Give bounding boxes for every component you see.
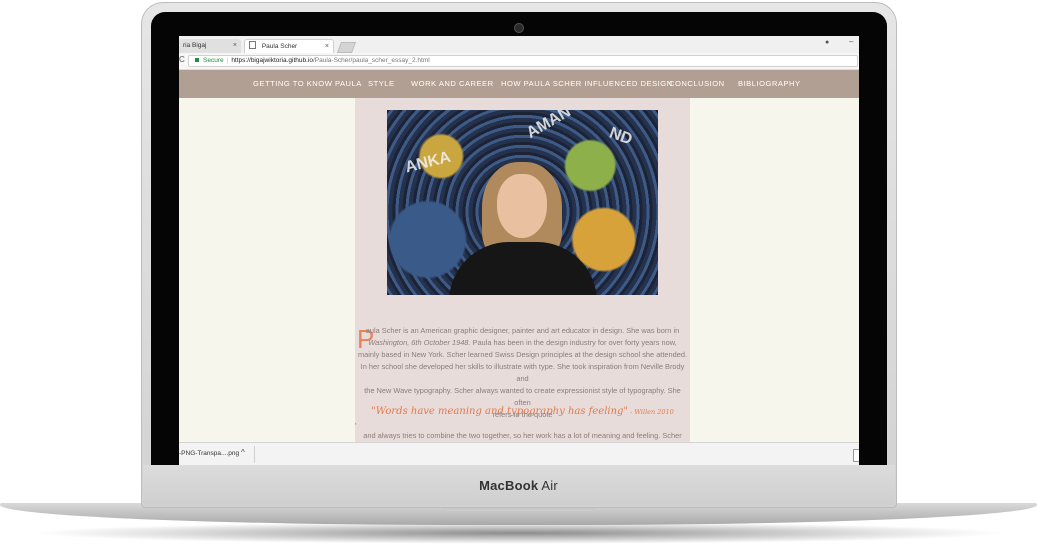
document-icon xyxy=(249,41,256,49)
site-nav: GETTING TO KNOW PAULA STYLE WORK AND CAR… xyxy=(179,70,859,98)
url-host: https://bigajwiktoria.github.io xyxy=(231,57,313,64)
nav-style[interactable]: STYLE xyxy=(368,79,395,88)
url-field[interactable]: Secure | https://bigajwiktoria.github.io/P… xyxy=(188,55,858,67)
account-icon[interactable]: ● xyxy=(825,39,829,46)
url-path: /Paula-Scher/paula_scher_essay_2.html xyxy=(312,57,430,64)
download-divider xyxy=(254,446,255,463)
laptop-shadow xyxy=(30,522,1007,544)
birth-date-text: Washington, 6th October 1948. xyxy=(368,338,471,347)
essay-line: In her school she developed her skills t… xyxy=(360,362,685,383)
secure-indicator[interactable]: Secure xyxy=(195,57,224,64)
new-tab-button[interactable] xyxy=(336,42,357,53)
reload-icon[interactable]: C xyxy=(179,55,185,64)
nav-getting-to-know-paula[interactable]: GETTING TO KNOW PAULA xyxy=(253,79,362,88)
download-item[interactable]: -PNG-Transpa....png xyxy=(179,450,239,457)
minimize-button[interactable]: – xyxy=(849,37,853,46)
browser-screen: ria Bigaj × Paula Scher × ● – C Secure | h… xyxy=(179,36,859,465)
quote-text: "Words have meaning and typography has f… xyxy=(371,406,629,417)
url-separator: | xyxy=(226,57,229,64)
photo-text: AMAN xyxy=(523,110,574,142)
nav-work-and-career[interactable]: WORK AND CAREER xyxy=(411,79,494,88)
portrait-face xyxy=(497,174,547,238)
address-bar: C Secure | https://bigajwiktoria.github.io… xyxy=(179,53,859,70)
laptop-brand: MacBook Air xyxy=(479,478,558,493)
nav-how-paula-scher-influenced-design[interactable]: HOW PAULA SCHER INFLUENCED DESIGN xyxy=(501,79,673,88)
lock-icon xyxy=(195,58,199,62)
photo-text: ANKA xyxy=(403,148,453,177)
tab-label: Paula Scher xyxy=(261,43,298,50)
tab-paula-scher[interactable]: Paula Scher × xyxy=(244,39,334,53)
nav-bibliography[interactable]: BIBLIOGRAPHY xyxy=(738,79,801,88)
nav-conclusion[interactable]: CONCLUSION xyxy=(669,79,725,88)
tab-wiktoria-bigaj[interactable]: ria Bigaj × xyxy=(179,39,241,53)
essay-line-rest: Paula has been in the design industry fo… xyxy=(470,338,677,347)
pull-quote: "Words have meaning and typography has f… xyxy=(355,406,690,417)
tab-bar: ria Bigaj × Paula Scher × ● – xyxy=(179,36,859,54)
essay-line: mainly based in New York. Scher learned … xyxy=(357,350,688,359)
photo-text: ND xyxy=(606,124,635,149)
chevron-up-icon[interactable]: ^ xyxy=(241,448,245,457)
essay-line: Washington, 6th October 1948. Paula has … xyxy=(357,337,688,349)
download-bar: -PNG-Transpa....png ^ xyxy=(179,442,859,465)
paula-scher-photo: ANKA AMAN ND xyxy=(387,110,658,295)
download-bar-edge xyxy=(853,449,859,462)
close-icon[interactable]: × xyxy=(325,40,329,54)
close-icon[interactable]: × xyxy=(233,39,237,53)
essay-line: aula Scher is an American graphic design… xyxy=(365,326,680,335)
camera-icon xyxy=(514,23,524,33)
portrait-body xyxy=(449,242,597,295)
tab-label: ria Bigaj xyxy=(183,42,207,49)
secure-label: Secure xyxy=(203,57,224,64)
quote-author: - Willen 2010 xyxy=(628,408,674,416)
